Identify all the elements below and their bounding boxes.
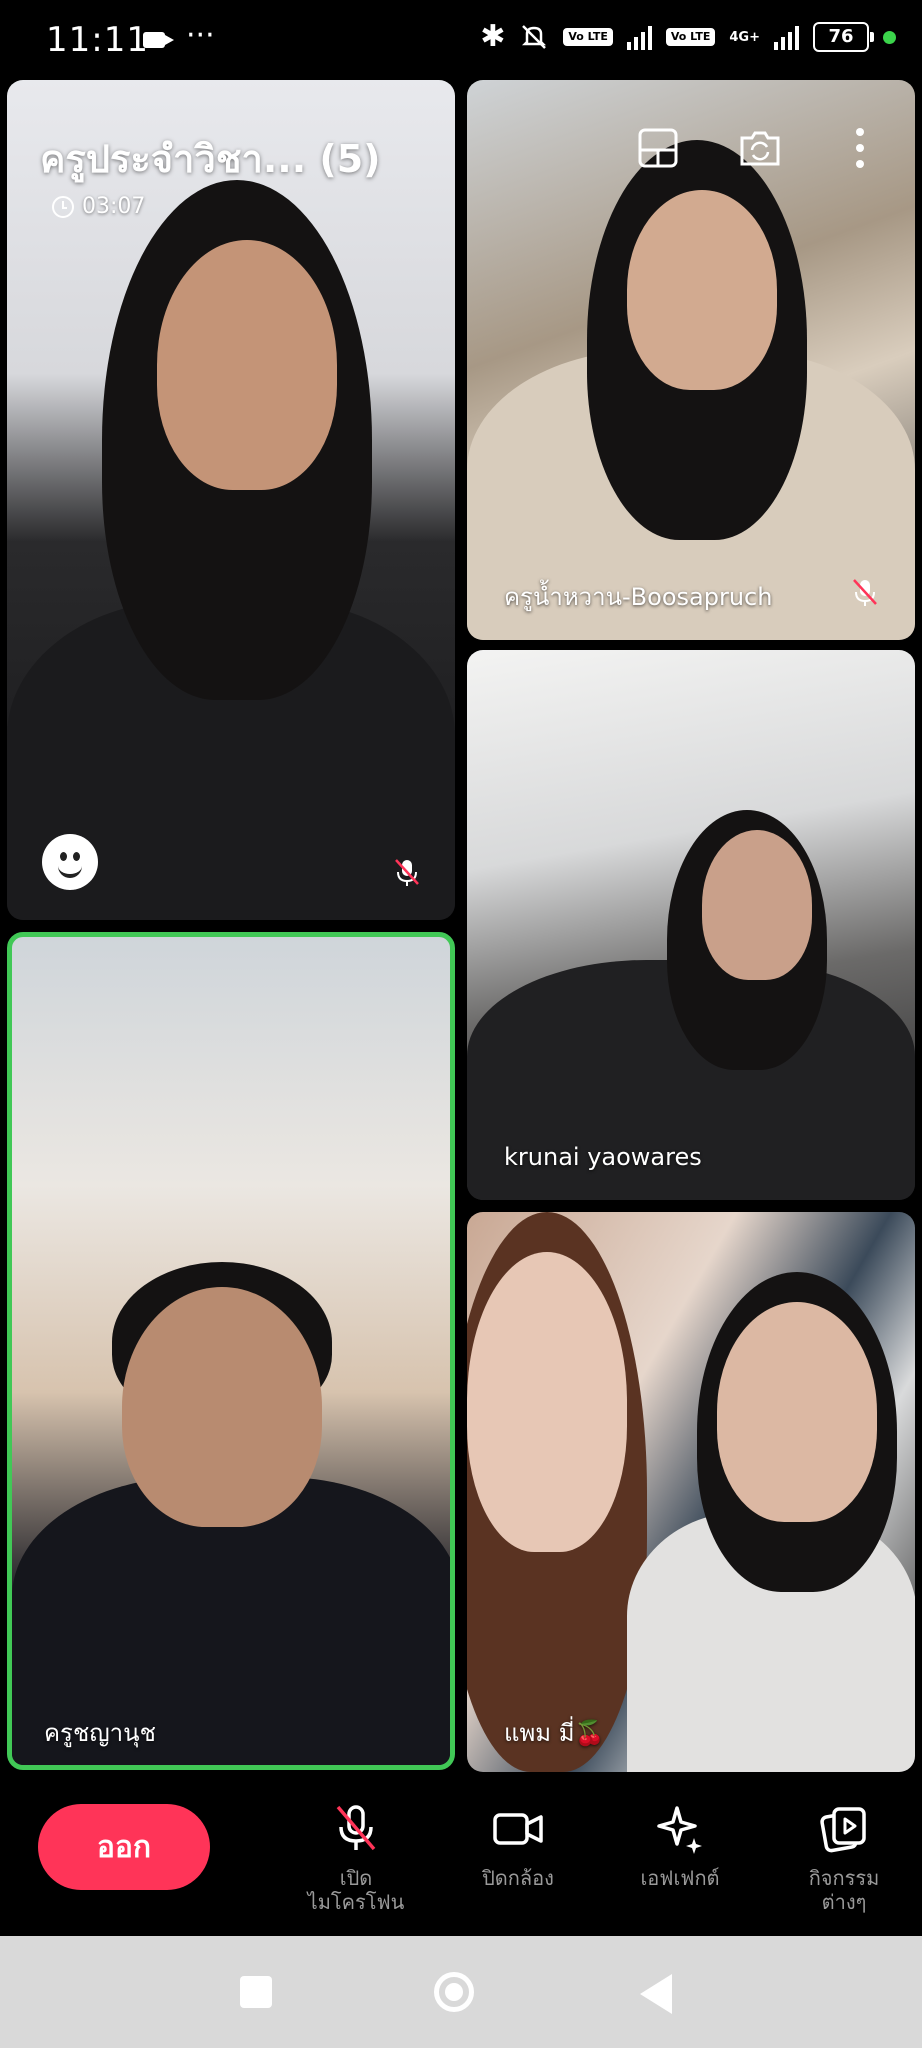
system-navigation-bar [0, 1936, 922, 2048]
participant-name: krunai yaowares [504, 1143, 702, 1171]
activities-icon [774, 1802, 914, 1856]
sparkle-effects-icon [610, 1802, 750, 1856]
clock-icon [52, 195, 74, 218]
activities-label-line2: ต่างๆ [821, 1890, 867, 1914]
battery-icon: 76 [813, 22, 874, 52]
status-icons: ✱ Vo LTE Vo LTE 4G+ 76 [480, 22, 896, 52]
participant-name: ครูชญานุช [44, 1719, 156, 1747]
volte-icon: Vo LTE [665, 28, 716, 46]
meeting-timer: 03:07 [52, 194, 145, 219]
participant-tile-4-active-speaker[interactable] [7, 932, 455, 1770]
unmute-mic-button[interactable]: เปิด ไมโครโฟน [286, 1802, 426, 1914]
layout-toggle-icon[interactable] [634, 124, 682, 172]
mic-muted-icon [394, 858, 420, 888]
participant-name: ครูน้ำหวาน-Boosapruch [504, 583, 773, 611]
screen-record-icon [143, 32, 174, 48]
privacy-indicator-dot [883, 30, 896, 44]
silent-mode-icon [519, 22, 549, 52]
signal-icon [774, 24, 799, 50]
camera-label: ปิดกล้อง [482, 1866, 554, 1890]
participant-tile-3[interactable] [467, 650, 915, 1200]
bluetooth-icon: ✱ [480, 19, 506, 54]
meeting-title[interactable]: ครูประจำวิชา... (5) [40, 128, 381, 189]
reaction-emoji-button[interactable] [42, 834, 98, 890]
more-notifications-icon: ··· [186, 18, 215, 53]
participant-tile-5[interactable] [467, 1212, 915, 1772]
mic-label-line2: ไมโครโฟน [307, 1890, 405, 1914]
effects-label: เอฟเฟกต์ [640, 1866, 720, 1890]
elapsed-time: 03:07 [82, 194, 146, 219]
activities-button[interactable]: กิจกรรม ต่างๆ [774, 1802, 914, 1914]
network-indicator: 4G+ [729, 31, 760, 44]
switch-camera-icon[interactable] [736, 124, 784, 172]
turn-off-camera-button[interactable]: ปิดกล้อง [448, 1802, 588, 1890]
network-type: 4G+ [729, 29, 760, 45]
activities-label-line1: กิจกรรม [808, 1866, 880, 1890]
back-button[interactable] [640, 1974, 672, 2014]
mic-muted-icon [852, 578, 878, 608]
recent-apps-button[interactable] [240, 1976, 272, 2008]
mic-off-icon [286, 1802, 426, 1856]
more-options-icon[interactable] [840, 124, 880, 172]
volte-icon: Vo LTE [563, 28, 613, 46]
leave-call-button[interactable]: ออก [38, 1804, 210, 1890]
effects-button[interactable]: เอฟเฟกต์ [610, 1802, 750, 1890]
status-bar: 11:11 ··· ✱ Vo LTE Vo LTE 4G+ 76 [0, 0, 922, 80]
video-camera-icon [448, 1802, 588, 1856]
signal-icon [626, 24, 652, 50]
call-controls-bar: ออก เปิด ไมโครโฟน ปิดกล้อง เอฟเฟกต์ กิจกร… [0, 1784, 922, 1936]
participant-name: แพม มี่🍒 [504, 1719, 605, 1747]
status-time: 11:11 [46, 20, 149, 60]
home-button[interactable] [434, 1972, 474, 2012]
mic-label-line1: เปิด [339, 1866, 373, 1890]
